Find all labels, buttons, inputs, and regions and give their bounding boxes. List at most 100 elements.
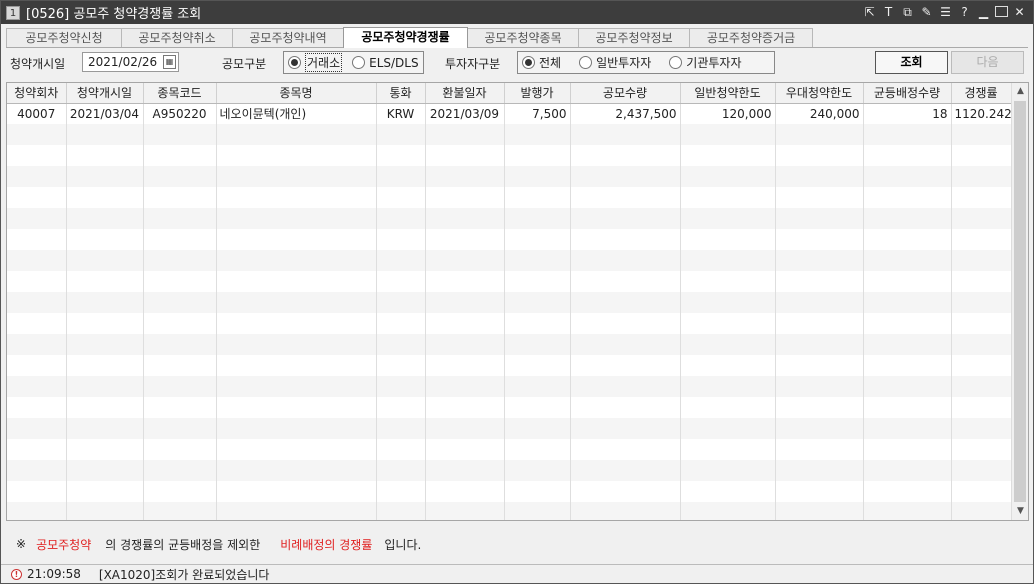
table-cell xyxy=(680,166,776,187)
table-cell xyxy=(863,229,952,250)
tab-subscription-info[interactable]: 공모주청약정보 xyxy=(578,28,690,48)
table-cell xyxy=(570,166,681,187)
table-row[interactable] xyxy=(7,145,1012,166)
list-icon[interactable]: ☰ xyxy=(938,4,953,20)
next-button[interactable]: 다음 xyxy=(951,51,1024,74)
copy-icon[interactable]: ⧉ xyxy=(900,4,915,20)
calendar-icon[interactable]: ▦ xyxy=(163,55,176,69)
results-grid[interactable]: 청약회차 청약개시일 종목코드 종목명 통화 환불일자 발행가 공모수량 일반청약한도 우대청약한… xyxy=(6,82,1029,521)
radio-exchange[interactable]: 거래소 xyxy=(288,53,343,72)
radio-exchange-label: 거래소 xyxy=(305,53,343,72)
table-cell xyxy=(66,502,144,520)
column-header[interactable]: 발행가 xyxy=(504,83,571,104)
start-date-input[interactable]: 2021/02/26 ▦ xyxy=(82,52,179,72)
table-row[interactable] xyxy=(7,355,1012,376)
table-row[interactable] xyxy=(7,460,1012,481)
table-row[interactable] xyxy=(7,397,1012,418)
table-cell xyxy=(425,145,505,166)
table-row[interactable] xyxy=(7,124,1012,145)
table-row[interactable] xyxy=(7,271,1012,292)
edit-icon[interactable]: ✎ xyxy=(919,4,934,20)
radio-retail-investor[interactable]: 일반투자자 xyxy=(579,54,651,71)
tab-subscription-cancel[interactable]: 공모주청약취소 xyxy=(121,28,233,48)
table-cell xyxy=(680,481,776,502)
column-header[interactable]: 종목명 xyxy=(216,83,377,104)
table-row[interactable] xyxy=(7,334,1012,355)
radio-dot-icon xyxy=(669,56,683,69)
table-cell xyxy=(775,481,864,502)
table-row[interactable] xyxy=(7,481,1012,502)
table-cell xyxy=(775,271,864,292)
tab-subscription-history[interactable]: 공모주청약내역 xyxy=(232,28,344,48)
table-cell xyxy=(951,334,1012,355)
text-icon[interactable]: T xyxy=(881,4,896,20)
scroll-up-icon[interactable]: ▲ xyxy=(1013,84,1028,99)
tab-subscription-apply[interactable]: 공모주청약신청 xyxy=(6,28,122,48)
table-cell xyxy=(376,229,426,250)
minimize-icon[interactable]: ▁ xyxy=(976,4,991,20)
table-cell xyxy=(143,187,217,208)
maximize-icon[interactable] xyxy=(995,6,1008,17)
table-cell xyxy=(863,313,952,334)
column-header[interactable]: 청약회차 xyxy=(7,83,67,104)
table-cell xyxy=(425,397,505,418)
table-cell xyxy=(863,376,952,397)
radio-els-dls-label: ELS/DLS xyxy=(369,55,419,70)
table-cell xyxy=(143,481,217,502)
table-cell xyxy=(570,229,681,250)
scrollbar-thumb[interactable] xyxy=(1014,101,1026,502)
search-button[interactable]: 조회 xyxy=(875,51,948,74)
column-header[interactable]: 일반청약한도 xyxy=(680,83,776,104)
tab-competition-rate[interactable]: 공모주청약경쟁률 xyxy=(343,27,468,48)
table-cell xyxy=(216,334,377,355)
table-cell xyxy=(680,502,776,520)
table-cell xyxy=(775,439,864,460)
table-cell xyxy=(216,376,377,397)
table-row[interactable] xyxy=(7,208,1012,229)
table-row[interactable] xyxy=(7,418,1012,439)
radio-all[interactable]: 전체 xyxy=(522,54,561,71)
table-cell xyxy=(504,145,571,166)
table-cell xyxy=(863,502,952,520)
table-row[interactable] xyxy=(7,439,1012,460)
table-cell xyxy=(66,355,144,376)
column-header[interactable]: 공모수량 xyxy=(570,83,681,104)
table-row[interactable] xyxy=(7,376,1012,397)
table-row[interactable] xyxy=(7,187,1012,208)
table-row[interactable] xyxy=(7,292,1012,313)
column-header[interactable]: 균등배정수량 xyxy=(863,83,952,104)
table-cell xyxy=(425,376,505,397)
table-row[interactable]: 40007 2021/03/04 A950220 네오이뮨텍(개인) KRW 2021/0… xyxy=(7,103,1012,124)
table-row[interactable] xyxy=(7,229,1012,250)
table-cell xyxy=(7,397,67,418)
tab-subscription-items[interactable]: 공모주청약종목 xyxy=(467,28,579,48)
radio-els-dls[interactable]: ELS/DLS xyxy=(352,55,419,70)
scroll-down-icon[interactable]: ▼ xyxy=(1013,504,1028,519)
table-row[interactable] xyxy=(7,250,1012,271)
table-row[interactable] xyxy=(7,502,1012,520)
vertical-scrollbar[interactable]: ▲ ▼ xyxy=(1011,83,1028,520)
radio-institutional-investor[interactable]: 기관투자자 xyxy=(669,54,742,71)
tab-subscription-deposit[interactable]: 공모주청약증거금 xyxy=(689,28,813,48)
help-icon[interactable]: ? xyxy=(957,4,972,20)
column-header[interactable]: 우대청약한도 xyxy=(775,83,864,104)
table-cell xyxy=(680,124,776,145)
table-cell xyxy=(504,481,571,502)
column-header[interactable]: 통화 xyxy=(376,83,426,104)
link-out-icon[interactable]: ⇱ xyxy=(862,4,877,20)
table-cell xyxy=(680,271,776,292)
alert-icon: ! xyxy=(11,568,22,580)
column-header[interactable]: 경쟁률 xyxy=(951,83,1012,104)
close-icon[interactable]: ✕ xyxy=(1012,4,1027,20)
title-bar[interactable]: 1 [0526] 공모주 청약경쟁률 조회 ⇱ T ⧉ ✎ ☰ ? ▁ ✕ xyxy=(1,1,1033,24)
table-cell xyxy=(216,397,377,418)
column-header[interactable]: 청약개시일 xyxy=(66,83,144,104)
table-row[interactable] xyxy=(7,166,1012,187)
column-header[interactable]: 환불일자 xyxy=(425,83,505,104)
table-row[interactable] xyxy=(7,313,1012,334)
table-cell xyxy=(376,397,426,418)
column-header[interactable]: 종목코드 xyxy=(143,83,217,104)
table-cell xyxy=(7,208,67,229)
table-cell xyxy=(7,502,67,520)
table-cell xyxy=(376,460,426,481)
